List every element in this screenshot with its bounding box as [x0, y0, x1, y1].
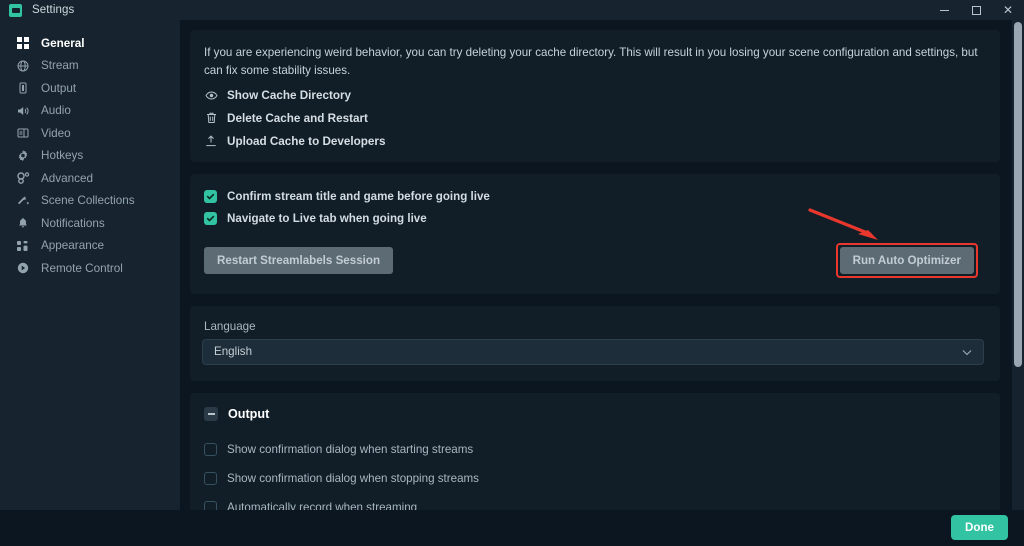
dialog-footer: Done: [0, 510, 1024, 546]
done-button[interactable]: Done: [951, 515, 1008, 540]
show-cache-directory-button[interactable]: Show Cache Directory: [190, 84, 1000, 107]
sidebar-item-label: Hotkeys: [41, 149, 84, 163]
checkbox-unchecked-icon[interactable]: [204, 471, 217, 485]
sidebar-item-scene-collections[interactable]: Scene Collections: [0, 190, 180, 213]
checkbox-unchecked-icon[interactable]: [204, 442, 217, 456]
sidebar-item-label: Remote Control: [41, 261, 123, 275]
language-selected-value: English: [214, 345, 253, 359]
sidebar-item-label: Scene Collections: [41, 194, 135, 208]
output-icon: [16, 81, 30, 95]
monitor-icon: [16, 126, 30, 140]
sliders-icon: [16, 171, 30, 185]
minimize-icon[interactable]: [928, 0, 960, 20]
auto-record-checkbox-row[interactable]: Automatically record when streaming: [190, 499, 1000, 510]
sidebar-item-advanced[interactable]: Advanced: [0, 167, 180, 190]
sidebar-item-appearance[interactable]: Appearance: [0, 235, 180, 258]
output-section-header[interactable]: Output: [190, 393, 1000, 421]
sidebar-item-remote-control[interactable]: Remote Control: [0, 257, 180, 280]
sidebar-item-label: Advanced: [41, 171, 93, 185]
checkbox-label: Navigate to Live tab when going live: [227, 211, 427, 225]
run-auto-optimizer-button[interactable]: Run Auto Optimizer: [839, 246, 974, 274]
checkbox-checked-icon[interactable]: [204, 211, 217, 225]
window-controls: ✕: [928, 0, 1024, 20]
grid-icon: [16, 36, 30, 50]
minus-icon[interactable]: [204, 406, 218, 421]
upload-icon: [204, 135, 218, 147]
stream-options-panel: Confirm stream title and game before goi…: [190, 173, 1000, 294]
appearance-icon: [16, 239, 30, 253]
content-scrollbar-thumb[interactable]: [1014, 22, 1022, 367]
sidebar-item-label: Appearance: [41, 239, 105, 253]
show-confirm-stop-checkbox-row[interactable]: Show confirmation dialog when stopping s…: [190, 470, 1000, 487]
sidebar-item-label: Video: [41, 126, 71, 140]
sidebar-item-label: Output: [41, 81, 77, 95]
show-confirm-start-checkbox-row[interactable]: Show confirmation dialog when starting s…: [190, 441, 1000, 458]
sidebar-item-output[interactable]: Output: [0, 77, 180, 100]
eye-icon: [204, 90, 218, 101]
sidebar-item-label: Stream: [41, 59, 79, 73]
window-titlebar: Settings ✕: [0, 0, 1024, 20]
language-label: Language: [204, 319, 256, 333]
window-title: Settings: [32, 4, 75, 16]
remote-icon: [16, 261, 30, 275]
cache-panel: If you are experiencing weird behavior, …: [190, 30, 1000, 162]
checkbox-checked-icon[interactable]: [204, 189, 217, 203]
language-select[interactable]: English: [202, 338, 984, 365]
checkbox-unchecked-icon[interactable]: [204, 500, 217, 510]
output-section-title: Output: [228, 406, 270, 421]
speaker-icon: [16, 104, 30, 118]
checkbox-label: Show confirmation dialog when starting s…: [227, 442, 474, 456]
sidebar-item-audio[interactable]: Audio: [0, 100, 180, 123]
sidebar-item-notifications[interactable]: Notifications: [0, 212, 180, 235]
chevron-down-icon: [962, 345, 972, 358]
upload-cache-to-developers-button[interactable]: Upload Cache to Developers: [190, 130, 1000, 162]
sidebar-item-stream[interactable]: Stream: [0, 55, 180, 78]
content-scrollbar-track[interactable]: [1012, 20, 1024, 510]
output-panel: Output Show confirmation dialog when sta…: [190, 392, 1000, 510]
checkbox-label: Show confirmation dialog when stopping s…: [227, 471, 479, 485]
scenes-icon: [16, 194, 30, 208]
run-auto-optimizer-highlight: Run Auto Optimizer: [835, 242, 978, 278]
sidebar-item-label: Notifications: [41, 216, 105, 230]
action-label: Upload Cache to Developers: [227, 134, 386, 148]
sidebar-item-hotkeys[interactable]: Hotkeys: [0, 145, 180, 168]
sidebar-item-video[interactable]: Video: [0, 122, 180, 145]
sidebar-item-label: Audio: [41, 104, 71, 118]
settings-app-icon: [9, 3, 22, 17]
sidebar-item-label: General: [41, 36, 85, 50]
settings-content: If you are experiencing weird behavior, …: [180, 20, 1012, 510]
maximize-icon[interactable]: [960, 0, 992, 20]
action-label: Show Cache Directory: [227, 88, 352, 102]
bell-icon: [16, 216, 30, 230]
checkbox-label: Automatically record when streaming: [227, 500, 418, 510]
sidebar-item-general[interactable]: General: [0, 32, 180, 55]
restart-streamlabels-session-button[interactable]: Restart Streamlabels Session: [204, 246, 394, 274]
cache-description: If you are experiencing weird behavior, …: [204, 46, 978, 77]
confirm-stream-title-checkbox-row[interactable]: Confirm stream title and game before goi…: [190, 188, 1000, 205]
globe-icon: [16, 59, 30, 73]
trash-icon: [204, 112, 218, 124]
settings-sidebar: General Stream Output Audio Video Hotkey…: [0, 20, 180, 510]
checkbox-label: Confirm stream title and game before goi…: [227, 189, 490, 203]
language-panel: Language English: [190, 305, 1000, 381]
close-icon[interactable]: ✕: [992, 0, 1024, 20]
navigate-to-live-tab-checkbox-row[interactable]: Navigate to Live tab when going live: [190, 210, 1000, 227]
action-label: Delete Cache and Restart: [227, 111, 368, 125]
gear-icon: [16, 149, 30, 163]
delete-cache-and-restart-button[interactable]: Delete Cache and Restart: [190, 107, 1000, 130]
